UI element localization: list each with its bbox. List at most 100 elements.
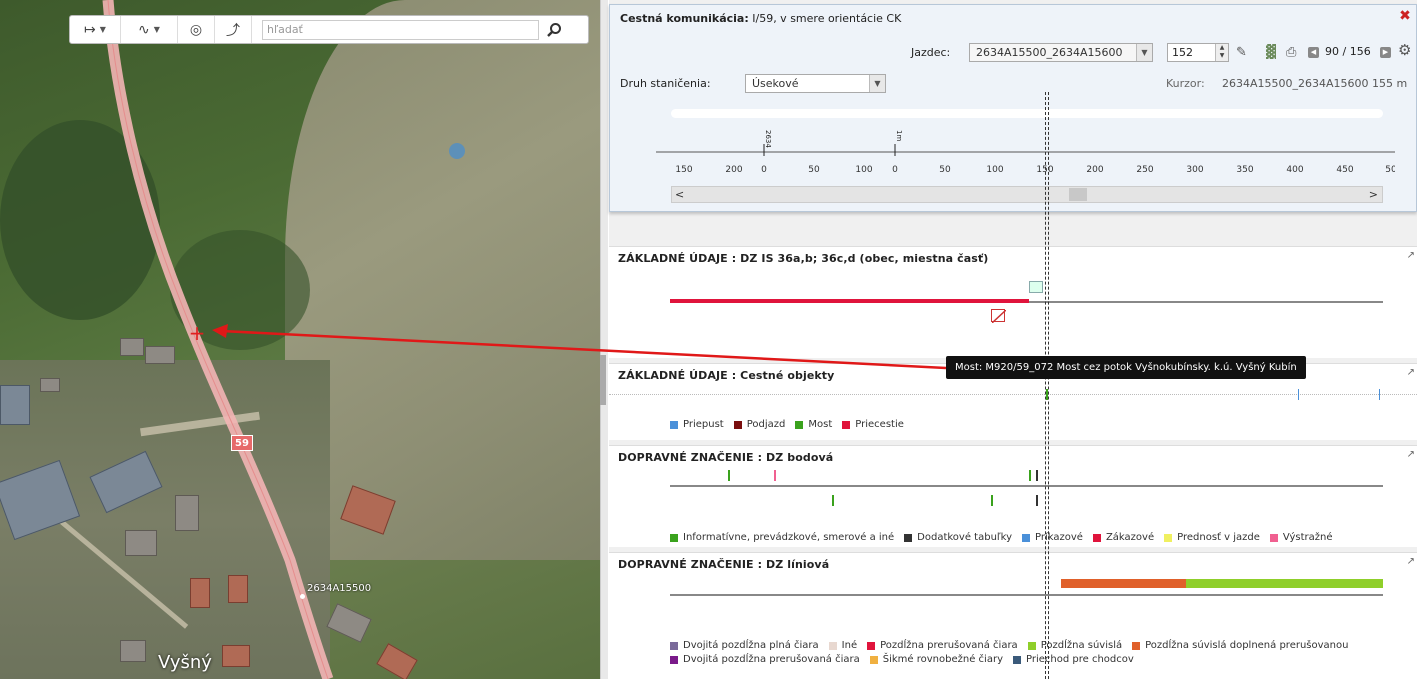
culvert-marker[interactable] [1298, 389, 1299, 400]
measure-tool-button[interactable]: ↦ ▼ [70, 16, 120, 43]
stepper-arrows-icon[interactable]: ▲ ▼ [1215, 44, 1228, 61]
search-input[interactable] [262, 19, 539, 40]
legend-item: Zákazové [1092, 532, 1154, 543]
compass-icon: ◎ [189, 21, 203, 38]
legend-swatch [869, 655, 878, 664]
sign-marker[interactable] [991, 495, 993, 506]
axis-tick-label: 0 [761, 165, 767, 175]
legend-swatch [1269, 533, 1278, 542]
section-title: DOPRAVNÉ ZNAČENIE : DZ líniová [618, 558, 830, 571]
legend-item: Iné [828, 640, 858, 651]
expand-icon[interactable]: ↗ [1407, 250, 1415, 261]
legend-swatch [1132, 641, 1141, 650]
road-header: Cestná komunikácia: I/59, v smere orient… [609, 4, 1417, 212]
turn-arrow-icon: ⤴ [226, 22, 240, 39]
line-marking-segment[interactable] [1186, 579, 1383, 588]
excel-icon[interactable]: ▓ [1266, 45, 1276, 60]
scroll-thumb[interactable] [1069, 188, 1087, 201]
track-line [670, 594, 1383, 596]
legend-objects: Priepust Podjazd Most Priecestie [670, 419, 1410, 430]
track-line [670, 485, 1383, 487]
druh-select[interactable]: Úsekové ▼ [745, 74, 886, 93]
close-icon[interactable]: ✖ [1398, 9, 1412, 23]
section-title: ZÁKLADNÉ ÚDAJE : DZ IS 36a,b; 36c,d (obe… [618, 252, 989, 265]
sign-marker[interactable] [832, 495, 834, 506]
kurzor-value: 2634A15500_2634A15600 155 m [1222, 77, 1408, 90]
magnifier-icon [547, 22, 561, 37]
legend-swatch [795, 420, 804, 429]
axis-tick-label: 50 [939, 165, 951, 175]
location-marker[interactable] [449, 143, 465, 159]
station-slider[interactable] [671, 109, 1383, 118]
sign-start-icon[interactable] [1029, 281, 1043, 293]
sign-marker[interactable] [1029, 470, 1031, 481]
scroll-right-icon[interactable]: > [1369, 187, 1378, 202]
legend-swatch [670, 533, 678, 542]
legend-swatch [670, 420, 678, 429]
chevron-down-icon: ▼ [869, 75, 885, 92]
legend-dz-point: Informatívne, prevádzkové, smerové a iné… [670, 532, 1410, 543]
print-icon[interactable]: ⎙ [1286, 45, 1296, 60]
legend-label: Pozdĺžna súvislá doplnená prerušovanou [1145, 640, 1349, 651]
expand-icon[interactable]: ↗ [1407, 556, 1415, 567]
culvert-marker[interactable] [1379, 389, 1380, 400]
legend-label: Iné [841, 640, 858, 651]
expand-icon[interactable]: ↗ [1407, 449, 1415, 460]
compass-button[interactable]: ◎ [178, 16, 214, 43]
map-view[interactable]: + 59 2634A15500 Vyšný ↦ ▼ ∿ ▼ ◎ ⤴ [0, 0, 600, 679]
gear-icon[interactable]: ⚙ [1398, 43, 1411, 58]
legend-label: Pozdĺžna súvislá [1040, 640, 1123, 651]
jazdec-select[interactable]: 2634A15500_2634A15600 ▼ [969, 43, 1153, 62]
position-stepper[interactable]: 152 ▲ ▼ [1167, 43, 1229, 62]
splitter-grip[interactable] [600, 355, 606, 405]
sign-end-icon[interactable] [991, 309, 1007, 324]
legend-label: Dvojitá pozdĺžna prerušovaná čiara [683, 654, 860, 665]
legend-label: Šikmé rovnobežné čiary [882, 654, 1003, 665]
legend-swatch [1164, 533, 1173, 542]
axis-tick-label: 450 [1336, 165, 1353, 175]
sign-marker[interactable] [1036, 470, 1038, 481]
legend-item: Dodatkové tabuľky [904, 532, 1012, 543]
legend-item: Šikmé rovnobežné čiary [869, 654, 1003, 665]
legend-swatch [842, 420, 851, 429]
sign-marker[interactable] [774, 470, 776, 481]
legend-swatch [1027, 641, 1036, 650]
sign-marker[interactable] [1036, 495, 1038, 506]
legend-swatch [733, 420, 742, 429]
legend-item: Príkazové [1022, 532, 1083, 543]
legend-label: Pozdĺžna prerušovaná čiara [880, 640, 1018, 651]
pencil-icon[interactable]: ✎ [1236, 45, 1247, 60]
position-cursor-line[interactable] [1045, 92, 1049, 679]
line-marking-segment[interactable] [1061, 579, 1186, 588]
legend-item: Pozdĺžna súvislá doplnená prerušovanou [1132, 640, 1348, 651]
legend-label: Priechod pre chodcov [1026, 654, 1134, 665]
druh-label: Druh staničenia: [620, 77, 711, 90]
legend-swatch [1013, 655, 1021, 664]
axis-tick-label: 100 [986, 165, 1003, 175]
page-info: 90 / 156 [1325, 45, 1371, 58]
legend-swatch [828, 641, 837, 650]
next-page-icon[interactable]: ▶ [1380, 47, 1391, 58]
legend-swatch [1092, 533, 1101, 542]
chevron-down-icon: ▼ [99, 25, 106, 34]
panel-splitter[interactable] [600, 0, 608, 679]
sign-marker[interactable] [728, 470, 730, 481]
prev-page-icon[interactable]: ◀ [1308, 47, 1319, 58]
legend-item: Priepust [670, 419, 724, 430]
legend-label: Dodatkové tabuľky [917, 532, 1013, 543]
measure-distance-icon: ↦ [84, 21, 96, 38]
expand-icon[interactable]: ↗ [1407, 367, 1415, 378]
route-tool-button[interactable]: ∿ ▼ [121, 16, 177, 43]
search-button[interactable] [539, 16, 569, 43]
axis-tick-label: 300 [1186, 165, 1203, 175]
legend-item: Priechod pre chodcov [1013, 654, 1134, 665]
legend-item: Pozdĺžna prerušovaná čiara [867, 640, 1018, 651]
turn-button[interactable]: ⤴ [215, 16, 251, 43]
scroll-left-icon[interactable]: < [675, 187, 684, 202]
axis-scrollbar[interactable]: < > [671, 186, 1383, 203]
segment-node [300, 594, 305, 599]
crosshair-icon: + [188, 321, 206, 345]
municipality-segment[interactable] [670, 299, 1029, 303]
axis-tick-label: 0 [892, 165, 898, 175]
legend-item: Podjazd [733, 419, 785, 430]
